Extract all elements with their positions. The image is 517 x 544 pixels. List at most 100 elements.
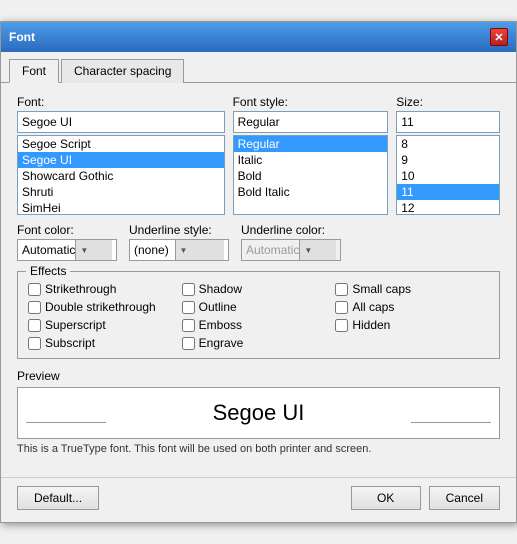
effects-legend: Effects <box>26 264 70 278</box>
underline-color-arrow-icon: ▼ <box>299 240 336 260</box>
effect-item-strikethrough: Strikethrough <box>28 282 182 296</box>
font-list-item[interactable]: Segoe Script <box>18 136 224 152</box>
font-style-size-row: Font: Segoe ScriptSegoe UIShowcard Gothi… <box>17 95 500 215</box>
font-color-value: Automatic <box>22 243 75 257</box>
font-list-item[interactable]: Segoe UI <box>18 152 224 168</box>
underline-color-label: Underline color: <box>241 223 341 237</box>
font-color-group: Font color: Automatic ▼ <box>17 223 117 261</box>
effect-item-subscript: Subscript <box>28 336 182 350</box>
font-list-item[interactable]: SimHei <box>18 200 224 215</box>
effect-checkbox-superscript[interactable] <box>28 319 41 332</box>
tab-bar: Font Character spacing <box>1 52 516 83</box>
size-list-item[interactable]: 8 <box>397 136 499 152</box>
effect-label-emboss: Emboss <box>199 318 242 332</box>
preview-text: Segoe UI <box>213 400 305 426</box>
underline-style-label: Underline style: <box>129 223 229 237</box>
style-list-item[interactable]: Bold <box>234 168 388 184</box>
effect-label-superscript: Superscript <box>45 318 106 332</box>
preview-label: Preview <box>17 369 500 383</box>
style-label: Font style: <box>233 95 389 109</box>
effect-label-hidden: Hidden <box>352 318 390 332</box>
underline-style-group: Underline style: (none) ▼ <box>129 223 229 261</box>
dialog-body: Font: Segoe ScriptSegoe UIShowcard Gothi… <box>1 83 516 477</box>
effect-label-subscript: Subscript <box>45 336 95 350</box>
underline-color-value: Automatic <box>246 243 299 257</box>
preview-box: Segoe UI <box>17 387 500 439</box>
underline-color-group: Underline color: Automatic ▼ <box>241 223 341 261</box>
effect-checkbox-outline[interactable] <box>182 301 195 314</box>
effect-checkbox-small_caps[interactable] <box>335 283 348 296</box>
effect-checkbox-double_strikethrough[interactable] <box>28 301 41 314</box>
effect-label-shadow: Shadow <box>199 282 242 296</box>
effect-label-engrave: Engrave <box>199 336 244 350</box>
tab-character-spacing[interactable]: Character spacing <box>61 59 184 83</box>
style-list-wrapper: RegularItalicBoldBold Italic <box>233 135 389 215</box>
effect-item-small_caps: Small caps <box>335 282 489 296</box>
font-dialog: Font ✕ Font Character spacing Font: Sego… <box>0 21 517 523</box>
font-list-item[interactable]: Showcard Gothic <box>18 168 224 184</box>
font-color-arrow-icon: ▼ <box>75 240 112 260</box>
cancel-button[interactable]: Cancel <box>429 486 500 510</box>
underline-style-dropdown[interactable]: (none) ▼ <box>129 239 229 261</box>
effect-checkbox-hidden[interactable] <box>335 319 348 332</box>
ok-cancel-group: OK Cancel <box>351 486 500 510</box>
font-info-text: This is a TrueType font. This font will … <box>17 443 500 455</box>
dialog-footer: Default... OK Cancel <box>1 477 516 522</box>
size-field-group: Size: 89101112 <box>396 95 500 215</box>
effect-item-all_caps: All caps <box>335 300 489 314</box>
effect-item-engrave: Engrave <box>182 336 336 350</box>
size-list-wrapper: 89101112 <box>396 135 500 215</box>
font-field-group: Font: Segoe ScriptSegoe UIShowcard Gothi… <box>17 95 225 215</box>
effect-label-small_caps: Small caps <box>352 282 411 296</box>
size-list[interactable]: 89101112 <box>396 135 500 215</box>
size-list-item[interactable]: 11 <box>397 184 499 200</box>
effect-item-hidden: Hidden <box>335 318 489 332</box>
effect-checkbox-subscript[interactable] <box>28 337 41 350</box>
preview-section: Preview Segoe UI This is a TrueType font… <box>17 369 500 455</box>
dialog-title: Font <box>9 30 35 44</box>
effect-label-all_caps: All caps <box>352 300 394 314</box>
underline-style-arrow-icon: ▼ <box>175 240 225 260</box>
effect-checkbox-strikethrough[interactable] <box>28 283 41 296</box>
title-bar: Font ✕ <box>1 22 516 52</box>
underline-style-value: (none) <box>134 243 175 257</box>
style-list[interactable]: RegularItalicBoldBold Italic <box>233 135 389 215</box>
font-label: Font: <box>17 95 225 109</box>
ok-button[interactable]: OK <box>351 486 421 510</box>
font-color-label: Font color: <box>17 223 117 237</box>
size-list-item[interactable]: 12 <box>397 200 499 215</box>
style-list-item[interactable]: Italic <box>234 152 388 168</box>
style-list-item[interactable]: Regular <box>234 136 388 152</box>
controls-row: Font color: Automatic ▼ Underline style:… <box>17 223 500 261</box>
effect-item-outline: Outline <box>182 300 336 314</box>
effect-label-double_strikethrough: Double strikethrough <box>45 300 156 314</box>
effect-label-strikethrough: Strikethrough <box>45 282 116 296</box>
close-button[interactable]: ✕ <box>490 28 508 46</box>
underline-color-dropdown[interactable]: Automatic ▼ <box>241 239 341 261</box>
effect-item-emboss: Emboss <box>182 318 336 332</box>
size-list-item[interactable]: 10 <box>397 168 499 184</box>
font-input[interactable] <box>17 111 225 133</box>
effect-checkbox-engrave[interactable] <box>182 337 195 350</box>
effect-item-superscript: Superscript <box>28 318 182 332</box>
size-input[interactable] <box>396 111 500 133</box>
size-list-item[interactable]: 9 <box>397 152 499 168</box>
font-list-item[interactable]: Shruti <box>18 184 224 200</box>
style-list-item[interactable]: Bold Italic <box>234 184 388 200</box>
font-list[interactable]: Segoe ScriptSegoe UIShowcard GothicShrut… <box>17 135 225 215</box>
effect-checkbox-emboss[interactable] <box>182 319 195 332</box>
style-input[interactable] <box>233 111 389 133</box>
style-field-group: Font style: RegularItalicBoldBold Italic <box>233 95 389 215</box>
effect-item-shadow: Shadow <box>182 282 336 296</box>
effect-label-outline: Outline <box>199 300 237 314</box>
effect-checkbox-shadow[interactable] <box>182 283 195 296</box>
effect-checkbox-all_caps[interactable] <box>335 301 348 314</box>
effects-grid: Strikethrough Shadow Small caps Double stri… <box>28 282 489 350</box>
effect-item-double_strikethrough: Double strikethrough <box>28 300 182 314</box>
font-list-wrapper: Segoe ScriptSegoe UIShowcard GothicShrut… <box>17 135 225 215</box>
size-label: Size: <box>396 95 500 109</box>
default-button[interactable]: Default... <box>17 486 99 510</box>
tab-font[interactable]: Font <box>9 59 59 83</box>
font-color-dropdown[interactable]: Automatic ▼ <box>17 239 117 261</box>
effects-section: Effects StrikethroughShadowSmall capsDou… <box>17 271 500 359</box>
